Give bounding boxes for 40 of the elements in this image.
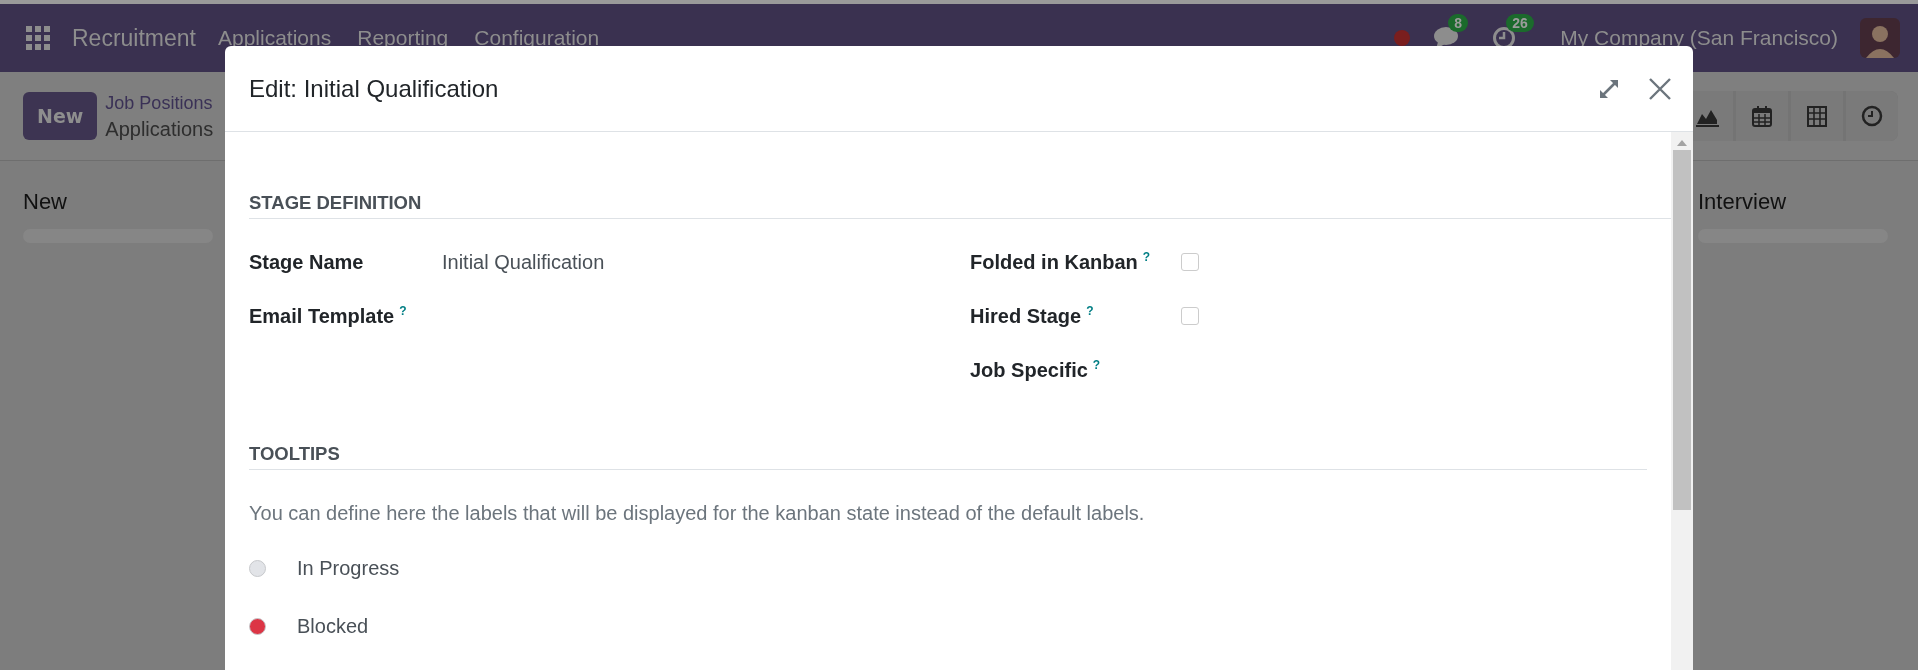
checkbox[interactable] xyxy=(1181,253,1199,271)
checkbox[interactable] xyxy=(1181,307,1199,325)
scroll-up-icon[interactable] xyxy=(1676,138,1688,148)
scrollbar-thumb[interactable] xyxy=(1673,150,1691,510)
help-tooltip[interactable]: ? xyxy=(1086,304,1094,319)
app-menu-icon[interactable] xyxy=(26,26,50,50)
help-tooltip[interactable]: ? xyxy=(399,304,407,319)
table-icon xyxy=(1805,104,1829,128)
avatar-icon[interactable] xyxy=(1860,18,1900,58)
field-label: Job Specific xyxy=(970,358,1088,381)
state-label: Blocked xyxy=(297,614,369,638)
app-name[interactable]: Recruitment xyxy=(72,24,196,52)
message-count: 8 xyxy=(1448,14,1469,32)
menu-item[interactable]: Configuration xyxy=(474,26,600,50)
new-button[interactable]: New xyxy=(23,92,98,140)
breadcrumb-link[interactable]: Job Positions xyxy=(105,90,214,116)
field-label: Folded in Kanban xyxy=(970,250,1138,273)
breadcrumb-current: Applications xyxy=(105,117,214,142)
field-value[interactable]: Initial Qualification xyxy=(442,250,605,274)
activity-count: 26 xyxy=(1506,14,1534,32)
menu-item[interactable]: Applications xyxy=(218,26,332,50)
column-title: New xyxy=(23,189,68,215)
help-text: You can define here the labels that will be displayed for the kanban state instead of the default labels. xyxy=(249,502,1146,525)
expand-icon[interactable] xyxy=(1599,78,1619,99)
section-title: TOOLTIPS xyxy=(249,443,1647,470)
help-tooltip[interactable]: ? xyxy=(1092,358,1101,373)
status-dot-icon xyxy=(1394,30,1411,46)
scrollbar[interactable] xyxy=(1671,132,1693,670)
field-label: Hired Stage xyxy=(970,304,1082,327)
field-label: Email Template xyxy=(249,304,395,327)
state-label: In Progress xyxy=(297,556,400,580)
dialog-title: Edit: Initial Qualification xyxy=(249,74,500,103)
close-icon[interactable] xyxy=(1649,77,1671,100)
section-title: STAGE DEFINITION xyxy=(249,192,1671,219)
clock-icon xyxy=(1860,104,1884,128)
column-title: Interview xyxy=(1698,189,1788,215)
menu-item[interactable]: Reporting xyxy=(357,26,449,50)
field-label: Stage Name xyxy=(249,250,364,273)
help-tooltip[interactable]: ? xyxy=(1142,250,1151,265)
calendar-icon xyxy=(1750,104,1774,128)
